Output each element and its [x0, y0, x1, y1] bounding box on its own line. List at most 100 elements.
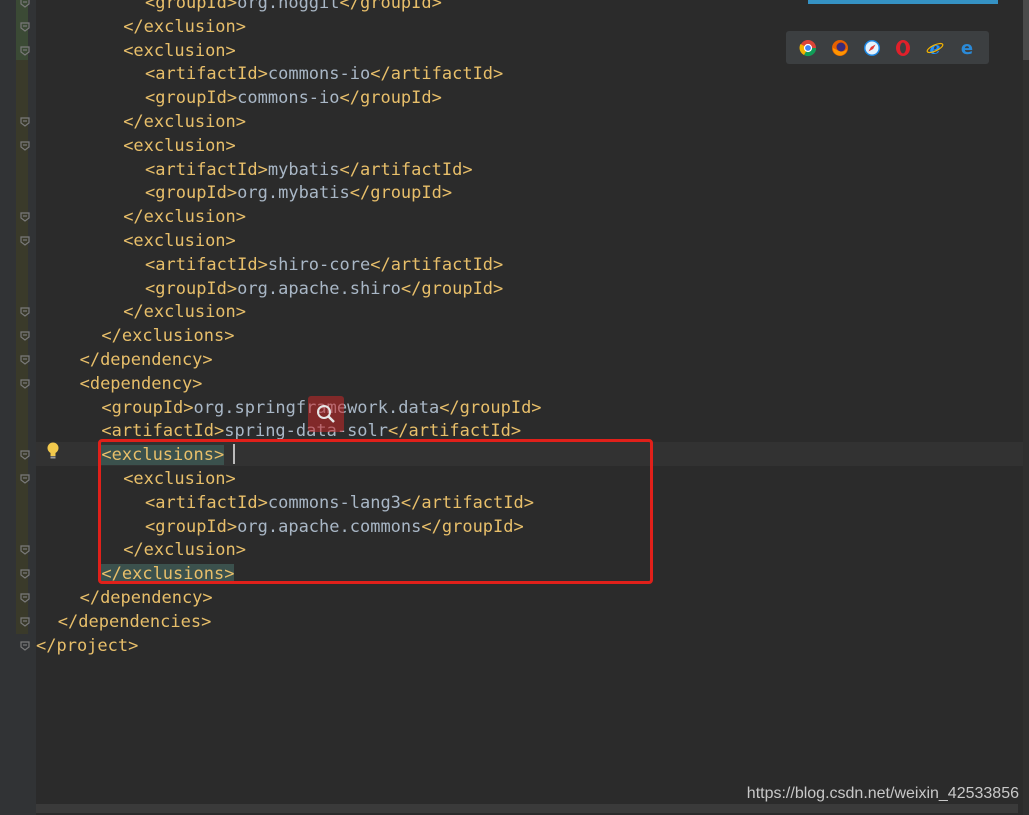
- xml-tag-close: </artifactId>: [370, 254, 504, 275]
- code-line[interactable]: <groupId>org.apache.shiro</groupId>: [145, 277, 503, 301]
- ie-icon[interactable]: e: [925, 38, 945, 58]
- code-line[interactable]: </exclusion>: [123, 205, 246, 229]
- edge-icon[interactable]: e: [957, 38, 977, 58]
- xml-tag-name: artifactId: [155, 64, 258, 85]
- lightbulb-icon[interactable]: [46, 442, 60, 460]
- horizontal-scrollbar[interactable]: [36, 804, 1018, 813]
- code-line[interactable]: </exclusion>: [123, 300, 246, 324]
- xml-tag-open: <: [145, 88, 156, 109]
- vertical-scrollbar[interactable]: [1023, 0, 1029, 815]
- svg-text:e: e: [961, 39, 973, 57]
- opera-icon[interactable]: [893, 38, 913, 58]
- search-icon[interactable]: [308, 396, 344, 432]
- xml-text-value: org.apache.shiro: [237, 278, 401, 299]
- fold-marker-icon[interactable]: [19, 568, 31, 580]
- xml-tag-name: groupId: [155, 278, 227, 299]
- code-line[interactable]: </exclusion>: [123, 110, 246, 134]
- xml-tag: </dependencies>: [57, 611, 212, 632]
- highlight-annotation-box: [98, 439, 653, 584]
- fold-marker-icon[interactable]: [19, 592, 31, 604]
- xml-tag: </exclusion>: [123, 207, 247, 228]
- xml-tag-name: groupId: [155, 183, 227, 204]
- code-line[interactable]: <groupId>org.mybatis</groupId>: [145, 181, 452, 205]
- code-line[interactable]: <exclusion>: [123, 229, 236, 253]
- xml-text-value: org.mybatis: [237, 183, 350, 204]
- xml-tag-close: </groupId>: [439, 397, 542, 418]
- fold-marker-icon[interactable]: [19, 116, 31, 128]
- fold-marker-icon[interactable]: [19, 0, 31, 9]
- code-line[interactable]: <dependency>: [80, 372, 203, 396]
- code-line[interactable]: </project>: [36, 634, 138, 658]
- xml-tag: </exclusion>: [123, 112, 247, 132]
- fold-marker-icon[interactable]: [19, 21, 31, 33]
- xml-tag-open: <: [145, 183, 156, 204]
- xml-tag-open: <: [101, 397, 112, 418]
- fold-marker-icon[interactable]: [19, 378, 31, 390]
- code-line[interactable]: <groupId>commons-io</groupId>: [145, 86, 442, 110]
- xml-tag: </exclusion>: [123, 16, 247, 37]
- fold-marker-icon[interactable]: [19, 306, 31, 318]
- xml-tag-open-end: >: [226, 0, 238, 13]
- code-line[interactable]: <exclusion>: [123, 39, 236, 63]
- safari-icon[interactable]: [862, 38, 882, 58]
- xml-tag-close: </artifactId>: [370, 64, 504, 85]
- fold-marker-icon[interactable]: [19, 354, 31, 366]
- xml-tag-close: </artifactId>: [339, 159, 473, 180]
- xml-text-value: shiro-core: [267, 254, 371, 275]
- xml-tag-open: <: [145, 64, 156, 85]
- xml-tag: <dependency>: [79, 373, 203, 394]
- fold-marker-icon[interactable]: [19, 544, 31, 556]
- xml-tag-open-end: >: [226, 183, 238, 204]
- xml-tag-close: </groupId>: [349, 183, 453, 204]
- xml-tag-name: groupId: [155, 0, 227, 13]
- code-line[interactable]: <artifactId>commons-io</artifactId>: [145, 62, 503, 86]
- code-line[interactable]: </dependency>: [80, 348, 213, 372]
- xml-tag: </dependency>: [79, 350, 213, 370]
- xml-tag-open-end: >: [257, 254, 268, 275]
- code-line[interactable]: <artifactId>mybatis</artifactId>: [145, 158, 473, 182]
- code-line[interactable]: </dependency>: [80, 586, 213, 610]
- xml-tag: <exclusion>: [123, 40, 236, 61]
- code-line[interactable]: <artifactId>shiro-core</artifactId>: [145, 253, 503, 277]
- xml-tag: </exclusions>: [101, 326, 235, 347]
- browser-preview-toolbar: e e: [786, 31, 989, 64]
- xml-tag: <exclusion>: [123, 231, 236, 251]
- fold-marker-icon[interactable]: [19, 235, 31, 247]
- xml-tag-open: <: [145, 254, 156, 275]
- fold-marker-icon[interactable]: [19, 449, 31, 461]
- xml-tag: </dependency>: [79, 588, 213, 608]
- xml-tag-name: artifactId: [155, 159, 258, 180]
- xml-text-value: org.hoggit: [237, 0, 340, 13]
- xml-tag-name: artifactId: [155, 254, 258, 275]
- xml-text-value: mybatis: [267, 159, 340, 180]
- watermark-text: https://blog.csdn.net/weixin_42533856: [746, 785, 1019, 802]
- xml-tag-open-end: >: [226, 88, 238, 109]
- code-line[interactable]: <groupId>org.hoggit</groupId>: [145, 0, 442, 15]
- code-line[interactable]: <exclusion>: [123, 134, 236, 158]
- code-line[interactable]: </exclusion>: [123, 15, 246, 39]
- xml-tag-open-end: >: [257, 159, 268, 180]
- code-line[interactable]: </exclusions>: [101, 324, 234, 348]
- fold-marker-icon[interactable]: [19, 616, 31, 628]
- xml-tag: </exclusion>: [123, 302, 247, 323]
- xml-tag-close: </groupId>: [339, 0, 442, 13]
- code-line[interactable]: </dependencies>: [58, 610, 212, 634]
- xml-tag-open-end: >: [257, 64, 268, 85]
- chrome-icon[interactable]: [798, 38, 818, 58]
- fold-marker-icon[interactable]: [19, 640, 31, 652]
- xml-tag-open: <: [145, 159, 156, 180]
- xml-tag-close: </groupId>: [400, 278, 504, 299]
- xml-tag-open: <: [145, 278, 156, 299]
- xml-tag: <exclusion>: [123, 135, 236, 156]
- vertical-scrollbar-thumb[interactable]: [1023, 0, 1029, 60]
- xml-tag: </project>: [36, 635, 139, 656]
- fold-marker-icon[interactable]: [19, 140, 31, 152]
- fold-marker-icon[interactable]: [19, 211, 31, 223]
- fold-marker-icon[interactable]: [19, 45, 31, 57]
- xml-tag-open-end: >: [183, 397, 194, 418]
- firefox-icon[interactable]: [830, 38, 850, 58]
- fold-marker-icon[interactable]: [19, 473, 31, 485]
- xml-tag-name: groupId: [155, 88, 227, 109]
- xml-text-value: commons-io: [237, 88, 340, 109]
- fold-marker-icon[interactable]: [19, 330, 31, 342]
